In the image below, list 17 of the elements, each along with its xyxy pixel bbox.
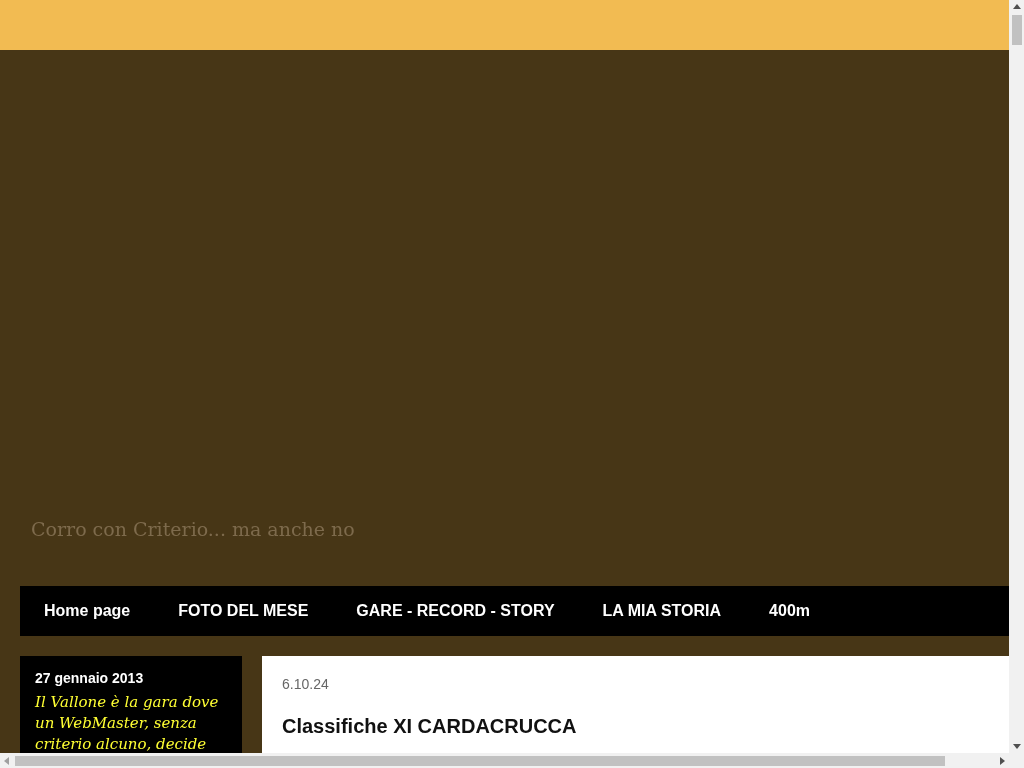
post-title[interactable]: Classifiche XI CARDACRUCCA	[282, 715, 989, 738]
scrollbar-thumb[interactable]	[1011, 15, 1022, 45]
vertical-scrollbar[interactable]	[1009, 0, 1024, 753]
scrollbar-thumb[interactable]	[15, 755, 945, 766]
post-date: 6.10.24	[282, 676, 330, 692]
sidebar-date: 27 gennaio 2013	[35, 670, 145, 686]
nav-link[interactable]: Home page	[44, 602, 131, 620]
scroll-up-icon[interactable]	[1012, 4, 1021, 9]
nav-link[interactable]: 400m	[769, 602, 810, 620]
scroll-left-icon[interactable]	[4, 756, 9, 765]
nav-link[interactable]: LA MIA STORIA	[602, 602, 722, 620]
nav-link[interactable]: GARE - RECORD - STORY	[356, 602, 555, 620]
nav-link[interactable]: FOTO DEL MESE	[178, 602, 309, 620]
scroll-right-icon[interactable]	[1000, 756, 1005, 765]
scroll-down-icon[interactable]	[1012, 744, 1021, 749]
sidebar-text: Il Vallone è la gara dove un WebMaster, senza criterio alcuno, decide	[35, 692, 220, 753]
horizontal-scrollbar[interactable]	[0, 753, 1009, 768]
